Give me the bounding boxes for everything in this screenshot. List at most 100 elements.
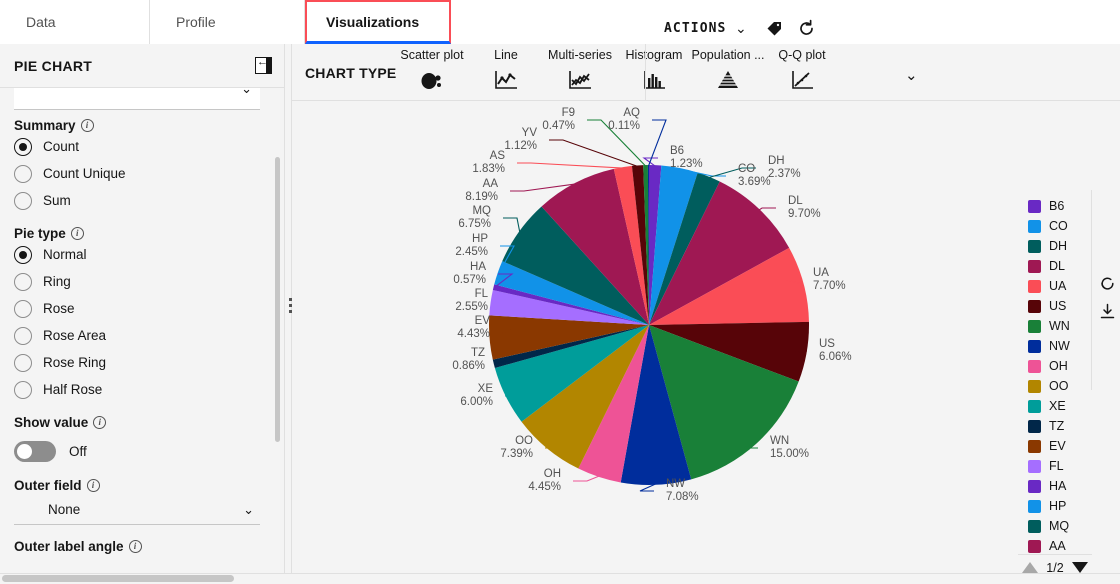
legend-item[interactable]: TZ xyxy=(1028,416,1090,436)
radio-pie-half-rose[interactable]: Half Rose xyxy=(14,376,260,403)
legend-item[interactable]: MQ xyxy=(1028,516,1090,536)
legend-item[interactable]: US xyxy=(1028,296,1090,316)
radio-pie-ring[interactable]: Ring xyxy=(14,268,260,295)
radio-button xyxy=(14,164,32,183)
chart-type-histogram[interactable]: Histogram xyxy=(617,48,691,95)
slice-label-value: 2.55% xyxy=(455,301,488,313)
outer-field-label: Outer field i xyxy=(14,478,260,493)
legend-item[interactable]: DH xyxy=(1028,236,1090,256)
chart-type-line[interactable]: Line xyxy=(469,48,543,95)
legend-item[interactable]: HP xyxy=(1028,496,1090,516)
radio-summary-sum[interactable]: Sum xyxy=(14,187,260,214)
legend-item[interactable]: DL xyxy=(1028,256,1090,276)
legend-swatch xyxy=(1028,459,1041,473)
legend-item[interactable]: HA xyxy=(1028,476,1090,496)
scrollbar-thumb[interactable] xyxy=(2,575,234,582)
chart-type-label-multi-series: Multi-series xyxy=(548,48,612,62)
download-icon[interactable] xyxy=(1099,303,1116,325)
legend-label: NW xyxy=(1049,339,1070,353)
legend-item[interactable]: OH xyxy=(1028,356,1090,376)
radio-pie-rose-area[interactable]: Rose Area xyxy=(14,322,260,349)
slice-label-name: WN xyxy=(770,435,789,447)
legend-item[interactable]: CO xyxy=(1028,216,1090,236)
legend-swatch xyxy=(1028,379,1041,393)
legend-item[interactable]: AA xyxy=(1028,536,1090,556)
legend-swatch xyxy=(1028,419,1041,433)
radio-summary-count-unique[interactable]: Count Unique xyxy=(14,160,260,187)
legend-item[interactable]: B6 xyxy=(1028,196,1090,216)
tab-visualizations[interactable]: Visualizations xyxy=(305,0,451,44)
tab-profile-label: Profile xyxy=(176,14,216,30)
info-icon[interactable]: i xyxy=(80,119,94,132)
legend-label: DL xyxy=(1049,259,1065,273)
chart-type-label-histogram: Histogram xyxy=(625,48,683,62)
radio-pie-rose-ring[interactable]: Rose Ring xyxy=(14,349,260,376)
legend-label: DH xyxy=(1049,239,1068,253)
slice-label-value: 2.37% xyxy=(768,168,801,180)
legend-swatch xyxy=(1028,539,1041,553)
chart-type-qq-plot[interactable]: Q-Q plot xyxy=(765,48,839,95)
legend-item[interactable]: WN xyxy=(1028,316,1090,336)
triangle-down-icon[interactable] xyxy=(1071,562,1088,573)
info-icon[interactable]: i xyxy=(93,416,107,429)
legend-item[interactable]: NW xyxy=(1028,336,1090,356)
legend-label: EV xyxy=(1049,439,1066,453)
histogram-icon xyxy=(617,65,691,95)
legend-item[interactable]: XE xyxy=(1028,396,1090,416)
legend-item[interactable]: UA xyxy=(1028,276,1090,296)
chevron-down-icon[interactable]: ⌄ xyxy=(735,20,747,37)
chart-type-population-pyramid[interactable]: Population ... xyxy=(691,48,765,95)
outer-field-select[interactable]: None ⌄ xyxy=(14,495,260,525)
radio-pie-normal[interactable]: Normal xyxy=(14,241,260,268)
pie-chart[interactable]: B61.23% CO3.69%DH2.37%DL9.70%UA7.70%US6.0… xyxy=(292,101,1032,573)
legend-item[interactable]: FL xyxy=(1028,456,1090,476)
info-icon[interactable]: i xyxy=(70,227,84,240)
legend-item[interactable]: EV xyxy=(1028,436,1090,456)
horizontal-scrollbar[interactable] xyxy=(0,573,1120,584)
refresh-icon[interactable] xyxy=(797,19,816,43)
info-icon[interactable]: i xyxy=(86,479,100,492)
radio-label: Count Unique xyxy=(43,166,126,181)
rotate-icon[interactable] xyxy=(1099,275,1116,297)
legend-label: MQ xyxy=(1049,519,1070,533)
legend-swatch xyxy=(1028,339,1041,353)
slice-label-value: 7.08% xyxy=(666,491,699,503)
chart-type-scatter-plot[interactable]: Scatter plot xyxy=(395,48,469,95)
legend-swatch xyxy=(1028,519,1041,533)
slice-label-name: XE xyxy=(478,383,494,395)
legend-item[interactable]: OO xyxy=(1028,376,1090,396)
slice-label-name: NW xyxy=(666,478,685,490)
actions-button[interactable]: ACTIONS xyxy=(664,21,727,36)
chart-type-label-line: Line xyxy=(494,48,518,62)
panel-body: ⌄ Summary i Count Count Unique Sum Pie t… xyxy=(0,81,274,584)
chevron-double-down-icon[interactable]: ⌄ xyxy=(905,66,918,84)
legend-swatch xyxy=(1028,359,1041,373)
collapse-panel-icon[interactable] xyxy=(255,54,272,74)
chart-type-multi-series[interactable]: Multi-series xyxy=(543,48,617,95)
radio-button xyxy=(14,353,32,372)
tab-data[interactable]: Data xyxy=(0,0,150,44)
slice-label-value: 9.70% xyxy=(788,208,821,220)
tab-visualizations-label: Visualizations xyxy=(326,13,420,30)
field-select-dropdown[interactable]: ⌄ xyxy=(14,81,260,110)
radio-button xyxy=(14,380,32,399)
leader-line xyxy=(517,162,624,169)
radio-button xyxy=(14,299,32,318)
scatter-plot-icon xyxy=(395,65,469,95)
info-icon[interactable]: i xyxy=(128,540,142,553)
panel-scrollbar[interactable] xyxy=(275,157,280,442)
show-value-toggle[interactable] xyxy=(14,440,56,462)
toolbar-divider xyxy=(645,44,646,101)
slice-label-value: 1.23% xyxy=(670,158,703,170)
tab-profile[interactable]: Profile xyxy=(150,0,305,44)
radio-summary-count[interactable]: Count xyxy=(14,133,260,160)
legend-label: XE xyxy=(1049,399,1066,413)
pie-type-group: Pie type i Normal Ring Rose Rose Area Ro… xyxy=(14,226,260,403)
chevron-down-icon: ⌄ xyxy=(243,501,254,517)
radio-label: Ring xyxy=(43,274,71,289)
tag-icon[interactable] xyxy=(766,20,783,42)
triangle-up-icon[interactable] xyxy=(1022,562,1039,573)
legend-swatch xyxy=(1028,199,1041,213)
radio-pie-rose[interactable]: Rose xyxy=(14,295,260,322)
slice-label-name: AQ xyxy=(623,107,640,119)
